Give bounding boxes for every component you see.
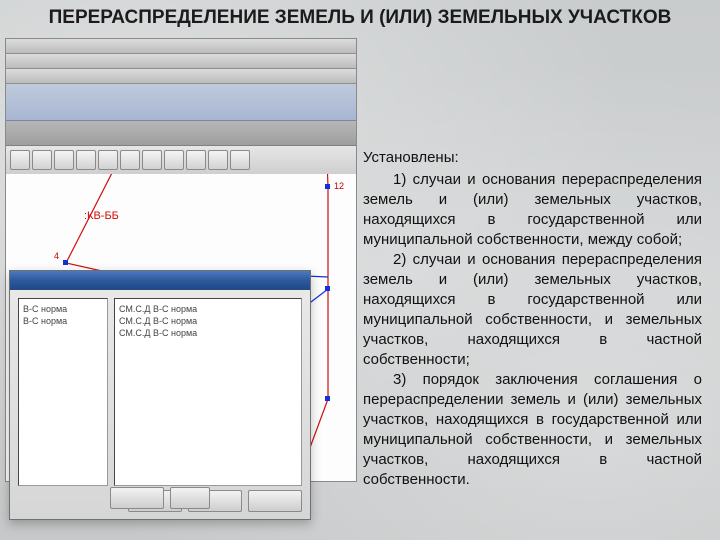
tool-button[interactable] (120, 150, 140, 170)
dialog-titlebar (10, 271, 310, 290)
slide: ПЕРЕРАСПРЕДЕЛЕНИЕ ЗЕМЕЛЬ И (ИЛИ) ЗЕМЕЛЬН… (0, 0, 720, 540)
tool-button[interactable] (32, 150, 52, 170)
tool-button[interactable] (142, 150, 162, 170)
text-item-1: 1) случаи и основания перераспределения … (363, 170, 702, 250)
text-item-2: 2) случаи и основания перераспределения … (363, 250, 702, 370)
tool-button[interactable] (208, 150, 228, 170)
text-heading: Установлены: (363, 148, 702, 168)
svg-text::КВ-ББ: :КВ-ББ (84, 210, 119, 222)
tool-button[interactable] (98, 150, 118, 170)
tool-button[interactable] (76, 150, 96, 170)
list-item[interactable]: СМ.С.Д В-С норма (119, 327, 297, 339)
list-item[interactable]: В-С норма (23, 303, 103, 315)
tool-button[interactable] (186, 150, 206, 170)
dialog-right-list[interactable]: СМ.С.Д В-С норма СМ.С.Д В-С норма СМ.С.Д… (114, 298, 302, 486)
dialog-left-list[interactable]: В-С норма В-С норма (18, 298, 108, 486)
slide-title: ПЕРЕРАСПРЕДЕЛЕНИЕ ЗЕМЕЛЬ И (ИЛИ) ЗЕМЕЛЬН… (0, 7, 720, 29)
svg-text:12: 12 (334, 181, 344, 191)
dialog-button[interactable] (110, 487, 164, 509)
body-text: Установлены: 1) случаи и основания перер… (363, 148, 702, 490)
list-item[interactable]: СМ.С.Д В-С норма (119, 315, 297, 327)
tool-button[interactable] (164, 150, 184, 170)
dialog-button[interactable] (170, 487, 210, 509)
list-item[interactable]: В-С норма (23, 315, 103, 327)
svg-text:4: 4 (54, 251, 59, 261)
app-toolbar-area (5, 38, 357, 168)
tool-button[interactable] (54, 150, 74, 170)
app-screenshot: :КВ-ББ 5м.ВС 1Б-ББ 1 2 11 12 3 4 (5, 38, 357, 522)
dialog-window: В-С норма В-С норма СМ.С.Д В-С норма СМ.… (9, 270, 311, 520)
tool-button[interactable] (230, 150, 250, 170)
list-item[interactable]: СМ.С.Д В-С норма (119, 303, 297, 315)
text-item-3: 3) порядок заключения соглашения о перер… (363, 370, 702, 490)
tool-button[interactable] (10, 150, 30, 170)
